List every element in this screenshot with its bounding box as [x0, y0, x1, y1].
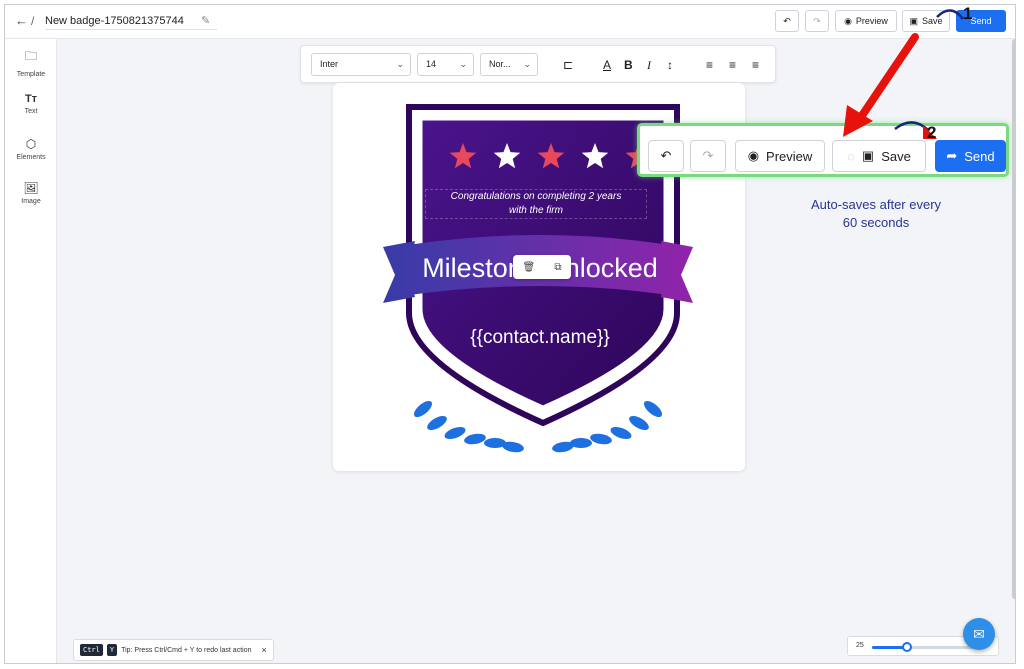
share-arrow-icon: ➦ — [946, 148, 958, 163]
vertical-scrollbar[interactable] — [1012, 39, 1015, 599]
app-window: ← / New badge-1750821375744 ✎ ↶ ↷ ◉ Previ… — [4, 4, 1016, 664]
sidebar-item-label: Template — [16, 71, 46, 78]
callout-save-label: Save — [881, 148, 911, 164]
toolbar-zoom-callout: ↶ ↷ ◉ Preview ◌ ▣ Save ➦ Send — [637, 123, 1009, 177]
callout-undo-button[interactable]: ↶ — [648, 140, 684, 172]
y-key: Y — [106, 644, 118, 656]
autosave-line-1: Auto-saves after every — [810, 197, 942, 212]
align-left-icon[interactable]: ≡ — [706, 58, 713, 72]
preview-button[interactable]: ◉ Preview — [835, 10, 897, 32]
zoom-slider[interactable] — [872, 642, 982, 652]
sidebar-item-text[interactable]: Tт Text — [5, 93, 57, 115]
bold-icon[interactable]: B — [624, 58, 633, 72]
undo-icon: ↶ — [783, 15, 791, 26]
step-1-number: 1 — [963, 4, 973, 23]
font-family-value: Inter — [320, 59, 339, 69]
title-underline — [45, 29, 217, 30]
font-weight-value: Nor... — [489, 59, 511, 69]
sidebar-item-label: Image — [21, 198, 41, 205]
font-family-select[interactable]: Inter ⌄ — [311, 53, 411, 76]
back-arrow-icon[interactable]: ← — [15, 13, 28, 28]
congrats-text-box[interactable]: Congratulations on completing 2 years wi… — [425, 189, 647, 219]
chevron-down-icon: ⌄ — [459, 59, 467, 69]
undo-button[interactable]: ↶ — [775, 10, 799, 32]
sidebar-item-label: Elements — [16, 154, 46, 161]
image-icon: 🖼 — [23, 181, 39, 195]
callout-preview-label: Preview — [766, 148, 813, 164]
laurel-leaf — [427, 416, 447, 430]
left-sidebar: 🗀 Template Tт Text ⬡ Elements 🖼 Image — [5, 39, 57, 663]
laurel-leaf — [464, 433, 486, 445]
top-bar: ← / New badge-1750821375744 ✎ ↶ ↷ ◉ Previ… — [5, 5, 1015, 39]
sidebar-item-label: Text — [24, 108, 38, 115]
laurel-leaf — [643, 400, 663, 418]
trash-icon[interactable]: 🗑 — [523, 262, 536, 273]
red-pointer-arrow — [843, 33, 919, 137]
loading-spinner-icon: ◌ — [847, 148, 855, 164]
sidebar-item-template[interactable]: 🗀 Template — [5, 47, 57, 78]
text-effect-icon[interactable]: ⊏ — [563, 58, 573, 72]
text-color-icon[interactable]: A — [603, 58, 611, 72]
chevron-down-icon: ⌄ — [396, 59, 404, 69]
breadcrumb-separator: / — [31, 14, 35, 28]
contact-name-placeholder[interactable]: {{contact.name}} — [425, 327, 655, 349]
redo-icon: ↷ — [813, 15, 821, 26]
send-label: Send — [970, 16, 992, 26]
line-height-icon[interactable]: ↕ — [667, 58, 673, 72]
autosave-note: Auto-saves after every 60 seconds — [785, 196, 967, 232]
font-size-value: 14 — [426, 59, 437, 69]
laurel-leaf — [610, 426, 632, 440]
align-center-icon[interactable]: ≡ — [729, 58, 736, 72]
chat-icon: ✉ — [973, 625, 985, 642]
italic-icon[interactable]: I — [647, 58, 651, 73]
duplicate-icon[interactable]: ⧉ — [554, 262, 561, 273]
font-size-select[interactable]: 14 ⌄ — [417, 53, 474, 76]
redo-button[interactable]: ↷ — [805, 10, 829, 32]
callout-send-label: Send — [964, 148, 995, 164]
laurel-leaf — [629, 416, 649, 430]
save-button[interactable]: ▣ Save — [902, 10, 950, 32]
laurel-leaf — [444, 426, 466, 440]
help-chat-button[interactable]: ✉ — [963, 618, 995, 650]
callout-preview-button[interactable]: ◉ Preview — [735, 140, 825, 172]
tip-close-icon[interactable]: × — [261, 645, 266, 655]
save-icon: ▣ — [861, 148, 875, 163]
keyboard-tip: Ctrl Y Tip: Press Ctrl/Cmd + Y to redo l… — [73, 639, 274, 661]
sidebar-item-elements[interactable]: ⬡ Elements — [5, 137, 57, 161]
autosave-line-2: 60 seconds — [842, 215, 910, 230]
document-title[interactable]: New badge-1750821375744 — [45, 15, 184, 27]
format-toolbar: Inter ⌄ 14 ⌄ Nor... ⌄ ⊏ A B I ↕ ≡ ≡ ≡ — [300, 45, 776, 83]
congrats-line-1: Congratulations on completing 2 years — [450, 191, 622, 202]
text-icon: Tт — [24, 93, 38, 105]
shapes-icon: ⬡ — [25, 137, 37, 151]
align-right-icon[interactable]: ≡ — [752, 58, 759, 72]
chevron-down-icon: ⌄ — [523, 59, 531, 69]
zoom-slider-handle[interactable] — [902, 642, 913, 652]
save-icon: ▣ — [909, 15, 918, 26]
laurel-leaf — [590, 433, 612, 445]
undo-icon: ↶ — [660, 148, 672, 163]
redo-icon: ↷ — [702, 148, 714, 163]
callout-redo-button[interactable]: ↷ — [690, 140, 726, 172]
ctrl-key: Ctrl — [80, 644, 103, 656]
eye-icon: ◉ — [844, 15, 852, 26]
element-tools-popover: 🗑 ⧉ — [513, 255, 571, 279]
tip-text: Tip: Press Ctrl/Cmd + Y to redo last act… — [121, 646, 252, 654]
eye-icon: ◉ — [747, 148, 760, 163]
callout-save-button[interactable]: ◌ ▣ Save — [832, 140, 926, 172]
callout-send-button[interactable]: ➦ Send — [935, 140, 1006, 172]
congrats-line-2: with the firm — [509, 205, 563, 216]
sidebar-item-image[interactable]: 🖼 Image — [5, 181, 57, 205]
save-label: Save — [922, 16, 943, 26]
font-weight-select[interactable]: Nor... ⌄ — [480, 53, 538, 76]
laurel-leaf — [413, 400, 433, 418]
edit-pencil-icon[interactable]: ✎ — [201, 14, 210, 27]
zoom-value: 25 — [856, 642, 864, 649]
preview-label: Preview — [855, 16, 888, 26]
folder-icon: 🗀 — [24, 49, 37, 63]
step-2-number: 2 — [927, 123, 937, 142]
